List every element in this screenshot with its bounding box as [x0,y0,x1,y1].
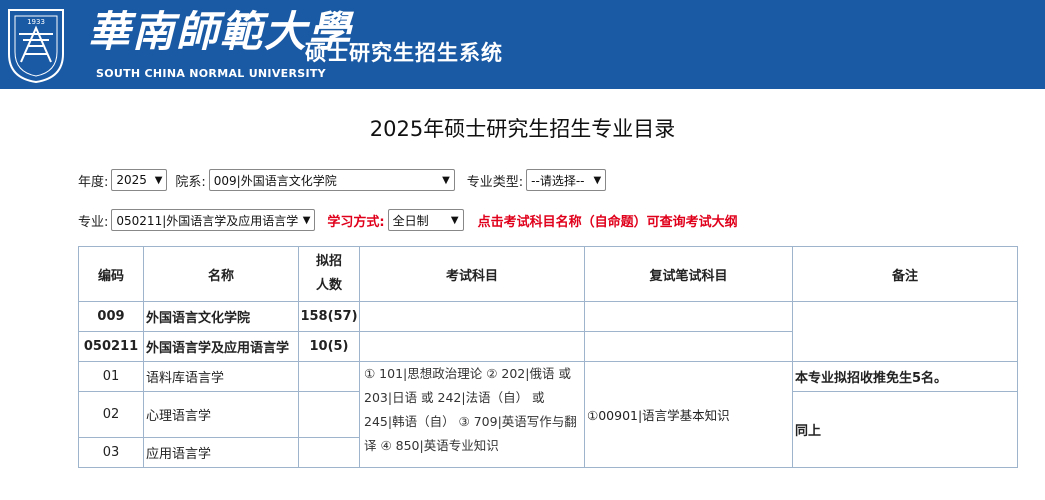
dept-quota: 158(57) [298,301,360,332]
study-mode-select[interactable]: 全日制 ▼ [387,209,464,231]
direction-name: 语料库语言学 [143,361,299,392]
chevron-down-icon: ▼ [593,174,602,186]
dept-name: 外国语言文化学院 [143,301,299,332]
filter-row-1: 年度: 2025 ▼ 院系: 009|外国语言文化学院 ▼ 专业类型: --请选… [78,169,614,191]
empty-cell [584,301,793,332]
university-badge-icon: 1933 [8,9,64,84]
direction-code: 03 [78,437,144,468]
direction-code: 02 [78,391,144,438]
header-quota-line2: 人数 [315,278,342,293]
major-catalog-table: 编码 名称 拟招 人数 考试科目 复试笔试科目 备注 009 外国语言文化学院 … [78,246,1018,468]
empty-cell [359,301,585,332]
empty-cell [584,331,793,362]
table-row: 009 外国语言文化学院 158(57) [78,301,1018,362]
major-type-select-value: --请选择-- [531,173,585,188]
table-row: 01 语料库语言学 ① 101|思想政治理论 ② 202|俄语 或 203|日语… [78,361,1018,468]
empty-cell [792,301,1018,362]
header-quota-line1: 拟招 [315,254,342,269]
major-type-select[interactable]: --请选择-- ▼ [526,169,607,191]
year-select-value: 2025 [116,173,147,187]
header-notes: 备注 [792,246,1018,302]
major-name: 外国语言学及应用语言学 [143,331,299,362]
direction-name: 应用语言学 [143,437,299,468]
study-mode-label: 学习方式: [327,214,385,230]
department-select[interactable]: 009|外国语言文化学院 ▼ [208,169,455,191]
university-english-name: SOUTH CHINA NORMAL UNIVERSITY [96,67,326,80]
chevron-down-icon: ▼ [154,174,163,186]
system-title: 硕士研究生招生系统 [305,41,503,65]
empty-cell [298,437,360,468]
major-code: 050211 [78,331,144,362]
note-recommendation: 本专业拟招收推免生5名。 [792,361,1018,392]
header-name: 名称 [143,246,299,302]
exam-subject-line[interactable]: 203|日语 或 242|法语（自） 或 [364,386,584,410]
filter-row-2: 专业: 050211|外国语言学及应用语言学 ▼ 学习方式: 全日制 ▼ 点击考… [78,209,738,231]
header-code: 编码 [78,246,144,302]
major-select[interactable]: 050211|外国语言学及应用语言学 ▼ [111,209,316,231]
direction-name: 心理语言学 [143,391,299,438]
exam-subject-line[interactable]: 245|韩语（自） ③ 709|英语写作与翻 [364,410,584,434]
header-retest-subjects: 复试笔试科目 [584,246,793,302]
chevron-down-icon: ▼ [442,174,450,186]
empty-cell [298,391,360,438]
direction-code: 01 [78,361,144,392]
dept-code: 009 [78,301,144,332]
study-mode-select-value: 全日制 [392,213,429,228]
department-select-value: 009|外国语言文化学院 [213,173,337,188]
svg-text:1933: 1933 [27,18,45,26]
department-label: 院系: [175,174,206,190]
year-select[interactable]: 2025 ▼ [111,169,168,191]
page-title: 2025年硕士研究生招生专业目录 [369,117,676,141]
major-quota: 10(5) [298,331,360,362]
major-label: 专业: [78,214,109,230]
syllabus-hint: 点击考试科目名称（自命题）可查询考试大纲 [477,214,738,230]
exam-subject-line[interactable]: ① 101|思想政治理论 ② 202|俄语 或 [364,362,584,386]
year-label: 年度: [78,174,109,190]
retest-subject: ①00901|语言学基本知识 [584,361,793,468]
header-quota: 拟招 人数 [298,246,360,302]
chevron-down-icon: ▼ [302,214,311,226]
header-exam-subjects: 考试科目 [359,246,585,302]
note-same-as-above: 同上 [792,391,1018,468]
empty-cell [298,361,360,392]
table-header-row: 编码 名称 拟招 人数 考试科目 复试笔试科目 备注 [78,246,1018,302]
major-select-value: 050211|外国语言学及应用语言学 [116,213,299,228]
major-type-label: 专业类型: [466,174,524,190]
exam-subject-line[interactable]: 译 ④ 850|英语专业知识 [364,434,584,458]
exam-subjects-cell[interactable]: ① 101|思想政治理论 ② 202|俄语 或 203|日语 或 242|法语（… [359,361,585,468]
empty-cell [359,331,585,362]
header-banner: 1933 華南師範大學 硕士研究生招生系统 SOUTH CHINA NORMAL… [0,0,1045,89]
chevron-down-icon: ▼ [450,214,459,226]
